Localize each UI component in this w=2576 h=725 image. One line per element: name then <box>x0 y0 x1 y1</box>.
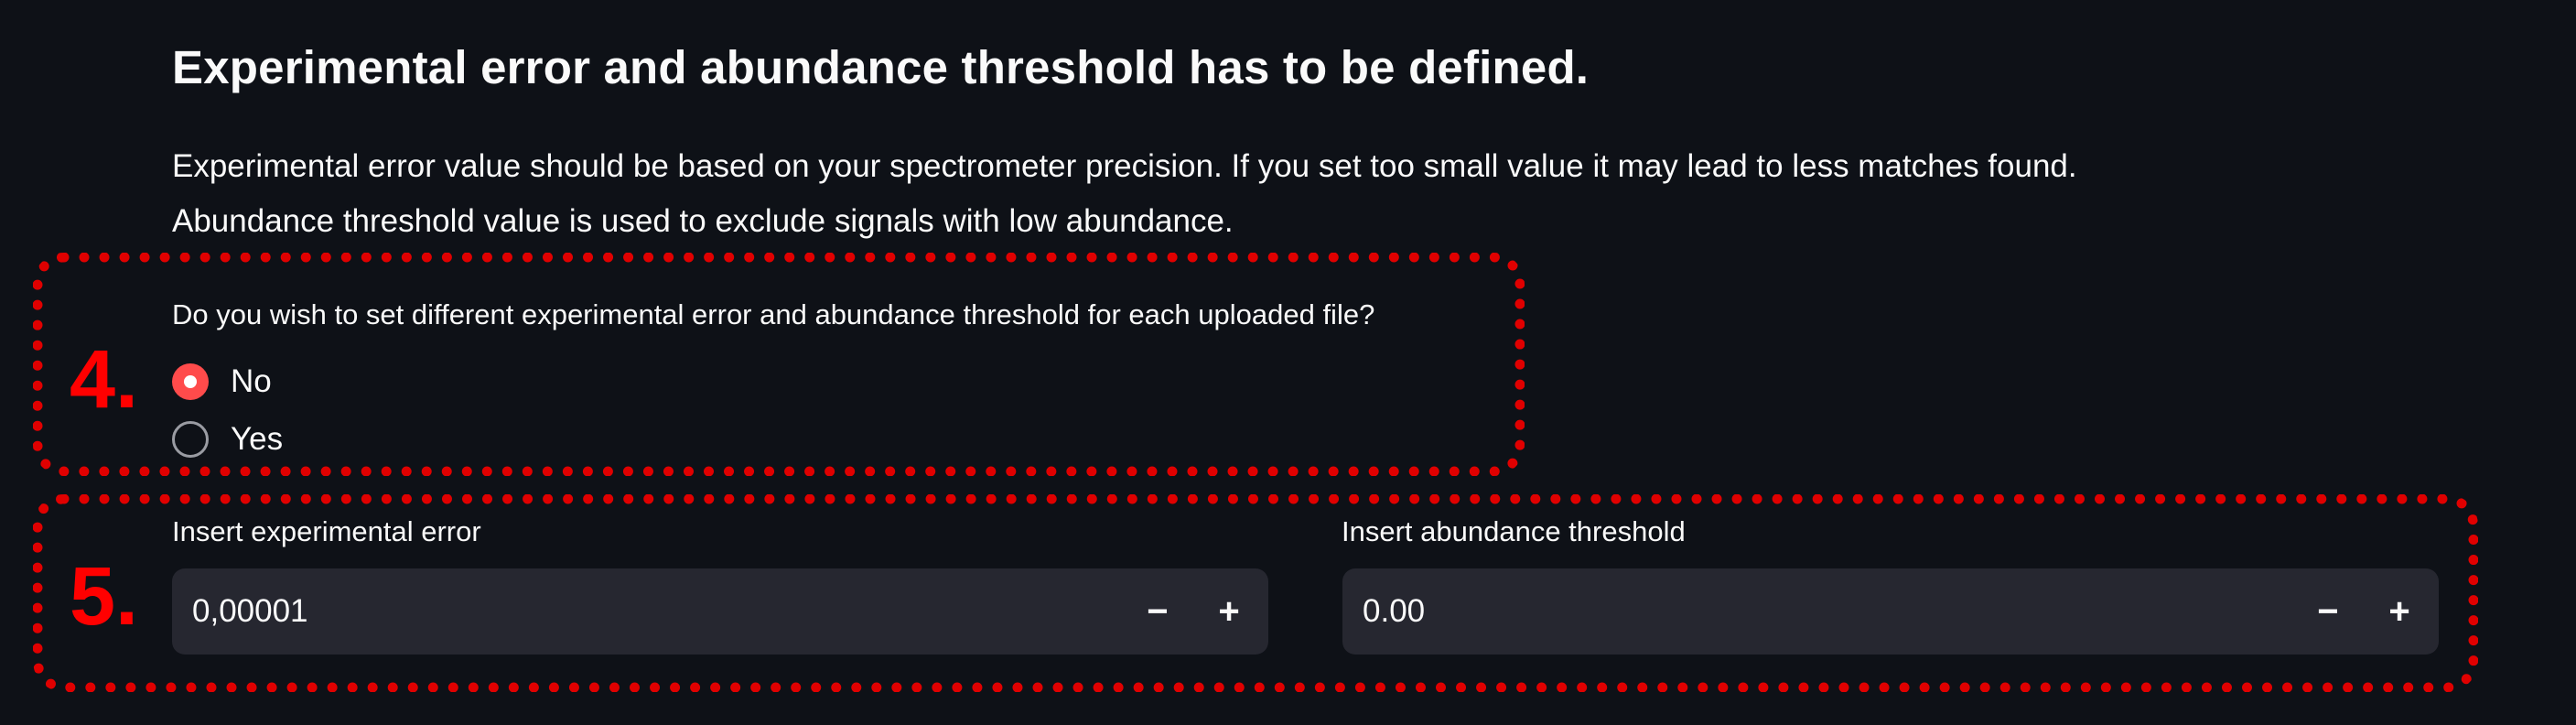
experimental-error-label: Insert experimental error <box>172 515 481 547</box>
abundance-threshold-label: Insert abundance threshold <box>1342 515 1686 547</box>
radio-option-yes[interactable]: Yes <box>172 421 283 458</box>
radio-option-no[interactable]: No <box>172 363 272 400</box>
experimental-error-number-input: − + <box>172 568 1268 655</box>
annotation-number-5: 5. <box>70 551 139 643</box>
radio-checked-icon[interactable] <box>172 363 209 400</box>
radio-label-no: No <box>231 363 272 399</box>
annotation-number-4: 4. <box>70 334 139 426</box>
abundance-threshold-number-input: − + <box>1342 568 2439 655</box>
abundance-threshold-increment-button[interactable]: + <box>2364 568 2435 655</box>
page-title: Experimental error and abundance thresho… <box>172 41 1590 93</box>
abundance-threshold-decrement-button[interactable]: − <box>2292 568 2364 655</box>
radio-label-yes: Yes <box>231 421 284 457</box>
experimental-error-field[interactable] <box>172 568 1122 655</box>
description-experimental-error: Experimental error value should be based… <box>172 148 2077 184</box>
per-file-question: Do you wish to set different experimenta… <box>172 298 1375 330</box>
radio-unchecked-icon[interactable] <box>172 421 209 458</box>
experimental-error-decrement-button[interactable]: − <box>1122 568 1193 655</box>
experimental-error-increment-button[interactable]: + <box>1193 568 1265 655</box>
abundance-threshold-field[interactable] <box>1342 568 2292 655</box>
description-abundance-threshold: Abundance threshold value is used to exc… <box>172 203 1234 239</box>
